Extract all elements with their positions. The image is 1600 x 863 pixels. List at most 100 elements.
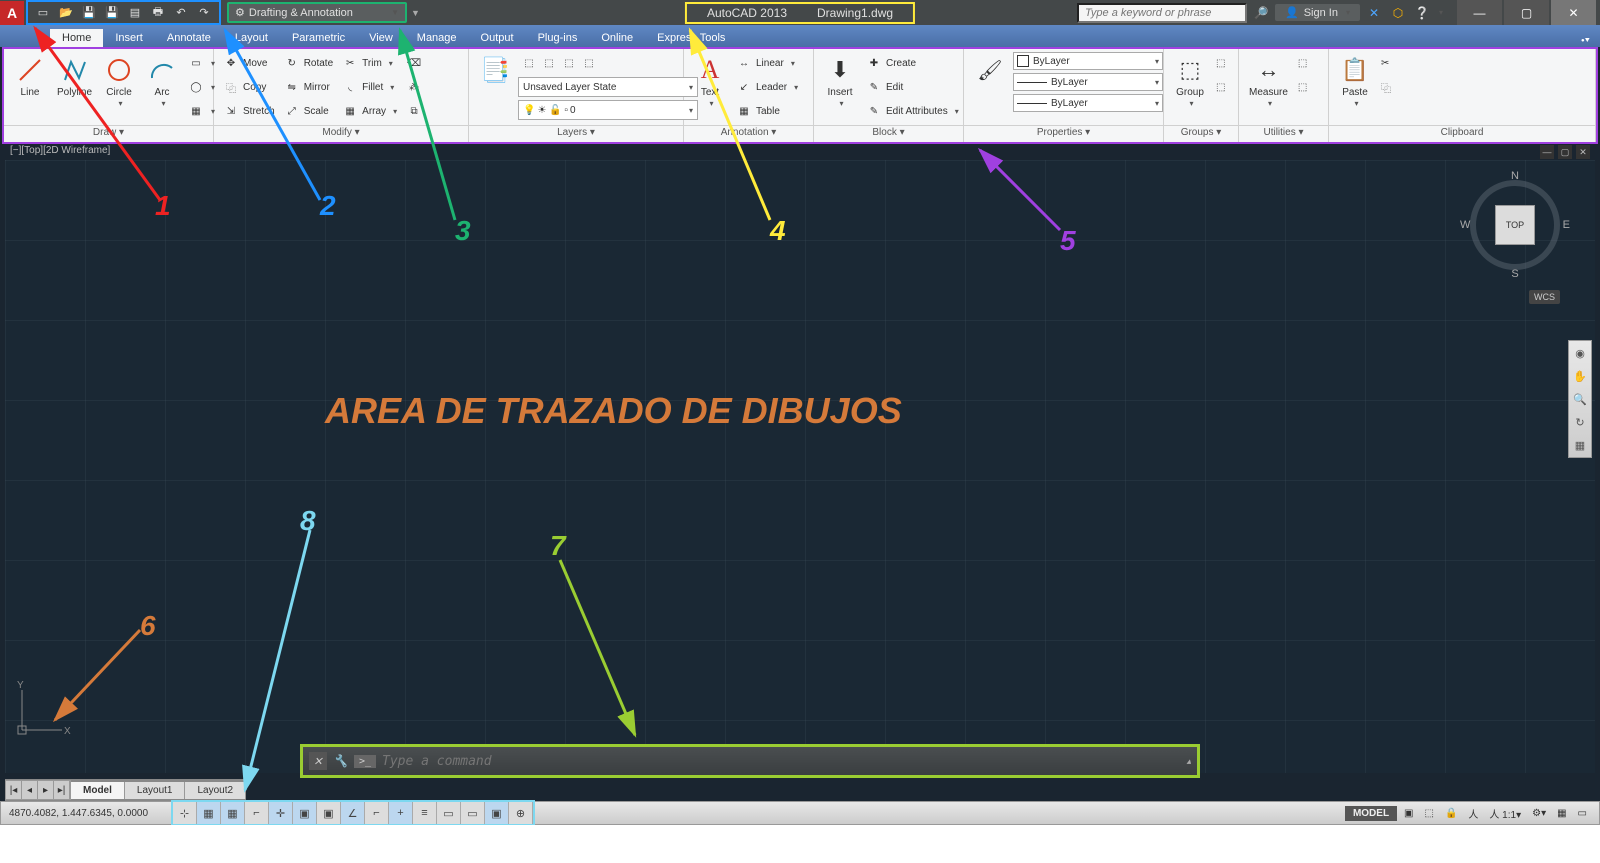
workspace-switcher[interactable]: ⚙Drafting & Annotation ▼ [227, 2, 407, 23]
lineweight-combo[interactable]: ByLayer▾ [1013, 73, 1163, 91]
group-button[interactable]: ⬚Group▾ [1170, 52, 1210, 110]
lwt-icon[interactable]: ≡ [413, 802, 437, 824]
layer3-icon[interactable]: ⬚ [561, 55, 577, 71]
editattr-button[interactable]: ✎Edit Attributes▾ [863, 100, 962, 122]
paste-button[interactable]: 📋Paste▾ [1335, 52, 1375, 110]
full-nav-icon[interactable]: ◉ [1571, 344, 1589, 362]
3dosnap-icon[interactable]: ▣ [317, 802, 341, 824]
copy-button[interactable]: ⿻Copy [220, 76, 278, 98]
signin-button[interactable]: 👤Sign In▾ [1275, 4, 1360, 21]
sr6-icon[interactable]: ⚙▾ [1528, 803, 1550, 823]
search-binoculars-icon[interactable]: 🔎 [1251, 3, 1271, 23]
arc-button[interactable]: Arc▾ [142, 52, 182, 110]
move-button[interactable]: ✥Move [220, 52, 278, 74]
insert-button[interactable]: ⬇Insert▾ [820, 52, 860, 110]
lt-next-icon[interactable]: ▸ [38, 781, 54, 799]
tab-annotate[interactable]: Annotate [155, 29, 223, 47]
rotate-button[interactable]: ↻Rotate [281, 52, 336, 74]
lt-first-icon[interactable]: |◂ [6, 781, 22, 799]
vp-min-icon[interactable]: — [1540, 145, 1554, 159]
layer2-icon[interactable]: ⬚ [541, 55, 557, 71]
panel-layers-title[interactable]: Layers ▾ [469, 125, 683, 142]
panel-groups-title[interactable]: Groups ▾ [1164, 125, 1238, 142]
ortho-icon[interactable]: ⌐ [245, 802, 269, 824]
layer-state-combo[interactable]: Unsaved Layer State▾ [518, 77, 698, 97]
sr8-icon[interactable]: ▭ [1574, 803, 1591, 823]
minimize-button[interactable]: — [1457, 0, 1502, 25]
sc-icon[interactable]: ▣ [485, 802, 509, 824]
sr2-icon[interactable]: ⬚ [1421, 803, 1438, 823]
redo-icon[interactable]: ↷ [193, 3, 215, 23]
copy2-icon[interactable]: ⿻ [1378, 76, 1394, 98]
color-combo[interactable]: ByLayer▾ [1013, 52, 1163, 70]
pan-icon[interactable]: ✋ [1571, 367, 1589, 385]
ungroup-icon[interactable]: ⬚ [1213, 76, 1228, 98]
panel-properties-title[interactable]: Properties ▾ [964, 125, 1163, 142]
viewport-label[interactable]: [−][Top][2D Wireframe] [10, 145, 110, 156]
tab-home[interactable]: Home [50, 29, 103, 47]
cmd-close-icon[interactable]: ✕ [309, 752, 327, 770]
circle-button[interactable]: Circle▾ [99, 52, 139, 110]
qp-icon[interactable]: ▭ [461, 802, 485, 824]
polar-icon[interactable]: ✛ [269, 802, 293, 824]
edit-button[interactable]: ✎Edit [863, 76, 962, 98]
polyline-button[interactable]: Polyline [53, 52, 96, 100]
saveas-icon[interactable]: 💾 [101, 3, 123, 23]
tab-online[interactable]: Online [589, 29, 645, 47]
model-indicator[interactable]: MODEL [1345, 806, 1397, 821]
vp-max-icon[interactable]: ▢ [1558, 145, 1572, 159]
util-icon[interactable]: ⬚ [1295, 52, 1310, 74]
sr5-icon[interactable]: 人 1:1▾ [1485, 803, 1525, 823]
array-button[interactable]: ▦Array▾ [339, 100, 400, 122]
tpy-icon[interactable]: ▭ [437, 802, 461, 824]
panel-utilities-title[interactable]: Utilities ▾ [1239, 125, 1328, 142]
cmd-history-icon[interactable]: ▴ [1186, 756, 1191, 767]
vp-close-icon[interactable]: ✕ [1576, 145, 1590, 159]
new-icon[interactable]: ▭ [32, 3, 54, 23]
text-button[interactable]: AText▾ [690, 52, 730, 110]
scale-button[interactable]: ⤢Scale [281, 100, 336, 122]
autodesk-icon[interactable]: ⬡ [1388, 3, 1408, 23]
open-icon[interactable]: 📂 [55, 3, 77, 23]
group-icon[interactable]: ⬚ [1213, 52, 1228, 74]
layout-1[interactable]: Layout1 [125, 782, 186, 799]
leader-button[interactable]: ↙Leader▾ [733, 76, 801, 98]
panel-draw-title[interactable]: Draw ▾ [4, 125, 213, 142]
line-button[interactable]: Line [10, 52, 50, 100]
create-button[interactable]: ✚Create [863, 52, 962, 74]
sr4-icon[interactable]: 人 [1464, 803, 1482, 823]
dyn-icon[interactable]: + [389, 802, 413, 824]
zoom-icon[interactable]: 🔍 [1571, 390, 1589, 408]
layer4-icon[interactable]: ⬚ [581, 55, 597, 71]
linear-button[interactable]: ↔Linear▾ [733, 52, 801, 74]
util2-icon[interactable]: ⬚ [1295, 76, 1310, 98]
linetype-combo[interactable]: ByLayer▾ [1013, 94, 1163, 112]
print-icon[interactable]: 🖶 [147, 3, 169, 23]
tab-express[interactable]: Express Tools [645, 29, 737, 47]
drawing-area[interactable]: AREA DE TRAZADO DE DIBUJOS [5, 160, 1595, 773]
panel-annotation-title[interactable]: Annotation ▾ [684, 125, 813, 142]
search-input[interactable] [1077, 3, 1247, 23]
matchprops-button[interactable]: 🖌 [970, 52, 1010, 88]
sr1-icon[interactable]: ▣ [1400, 803, 1417, 823]
tab-parametric[interactable]: Parametric [280, 29, 357, 47]
tab-manage[interactable]: Manage [405, 29, 469, 47]
snap-icon[interactable]: ▦ [197, 802, 221, 824]
mirror-button[interactable]: ⇋Mirror [281, 76, 336, 98]
maximize-button[interactable]: ▢ [1504, 0, 1549, 25]
tab-insert[interactable]: Insert [103, 29, 155, 47]
undo-icon[interactable]: ↶ [170, 3, 192, 23]
tab-output[interactable]: Output [469, 29, 526, 47]
sr7-icon[interactable]: ▦ [1553, 803, 1570, 823]
tab-view[interactable]: View [357, 29, 405, 47]
ribbon-search-icon[interactable]: 🞄▾ [1581, 34, 1590, 47]
tab-plugins[interactable]: Plug-ins [526, 29, 590, 47]
panel-clipboard-title[interactable]: Clipboard [1329, 125, 1595, 142]
show-icon[interactable]: ▦ [1571, 436, 1589, 454]
plot-icon[interactable]: ▤ [124, 3, 146, 23]
lt-prev-icon[interactable]: ◂ [22, 781, 38, 799]
osnap-icon[interactable]: ▣ [293, 802, 317, 824]
layout-2[interactable]: Layout2 [185, 782, 246, 799]
command-input[interactable] [382, 754, 1180, 769]
wcs-label[interactable]: WCS [1529, 290, 1560, 304]
